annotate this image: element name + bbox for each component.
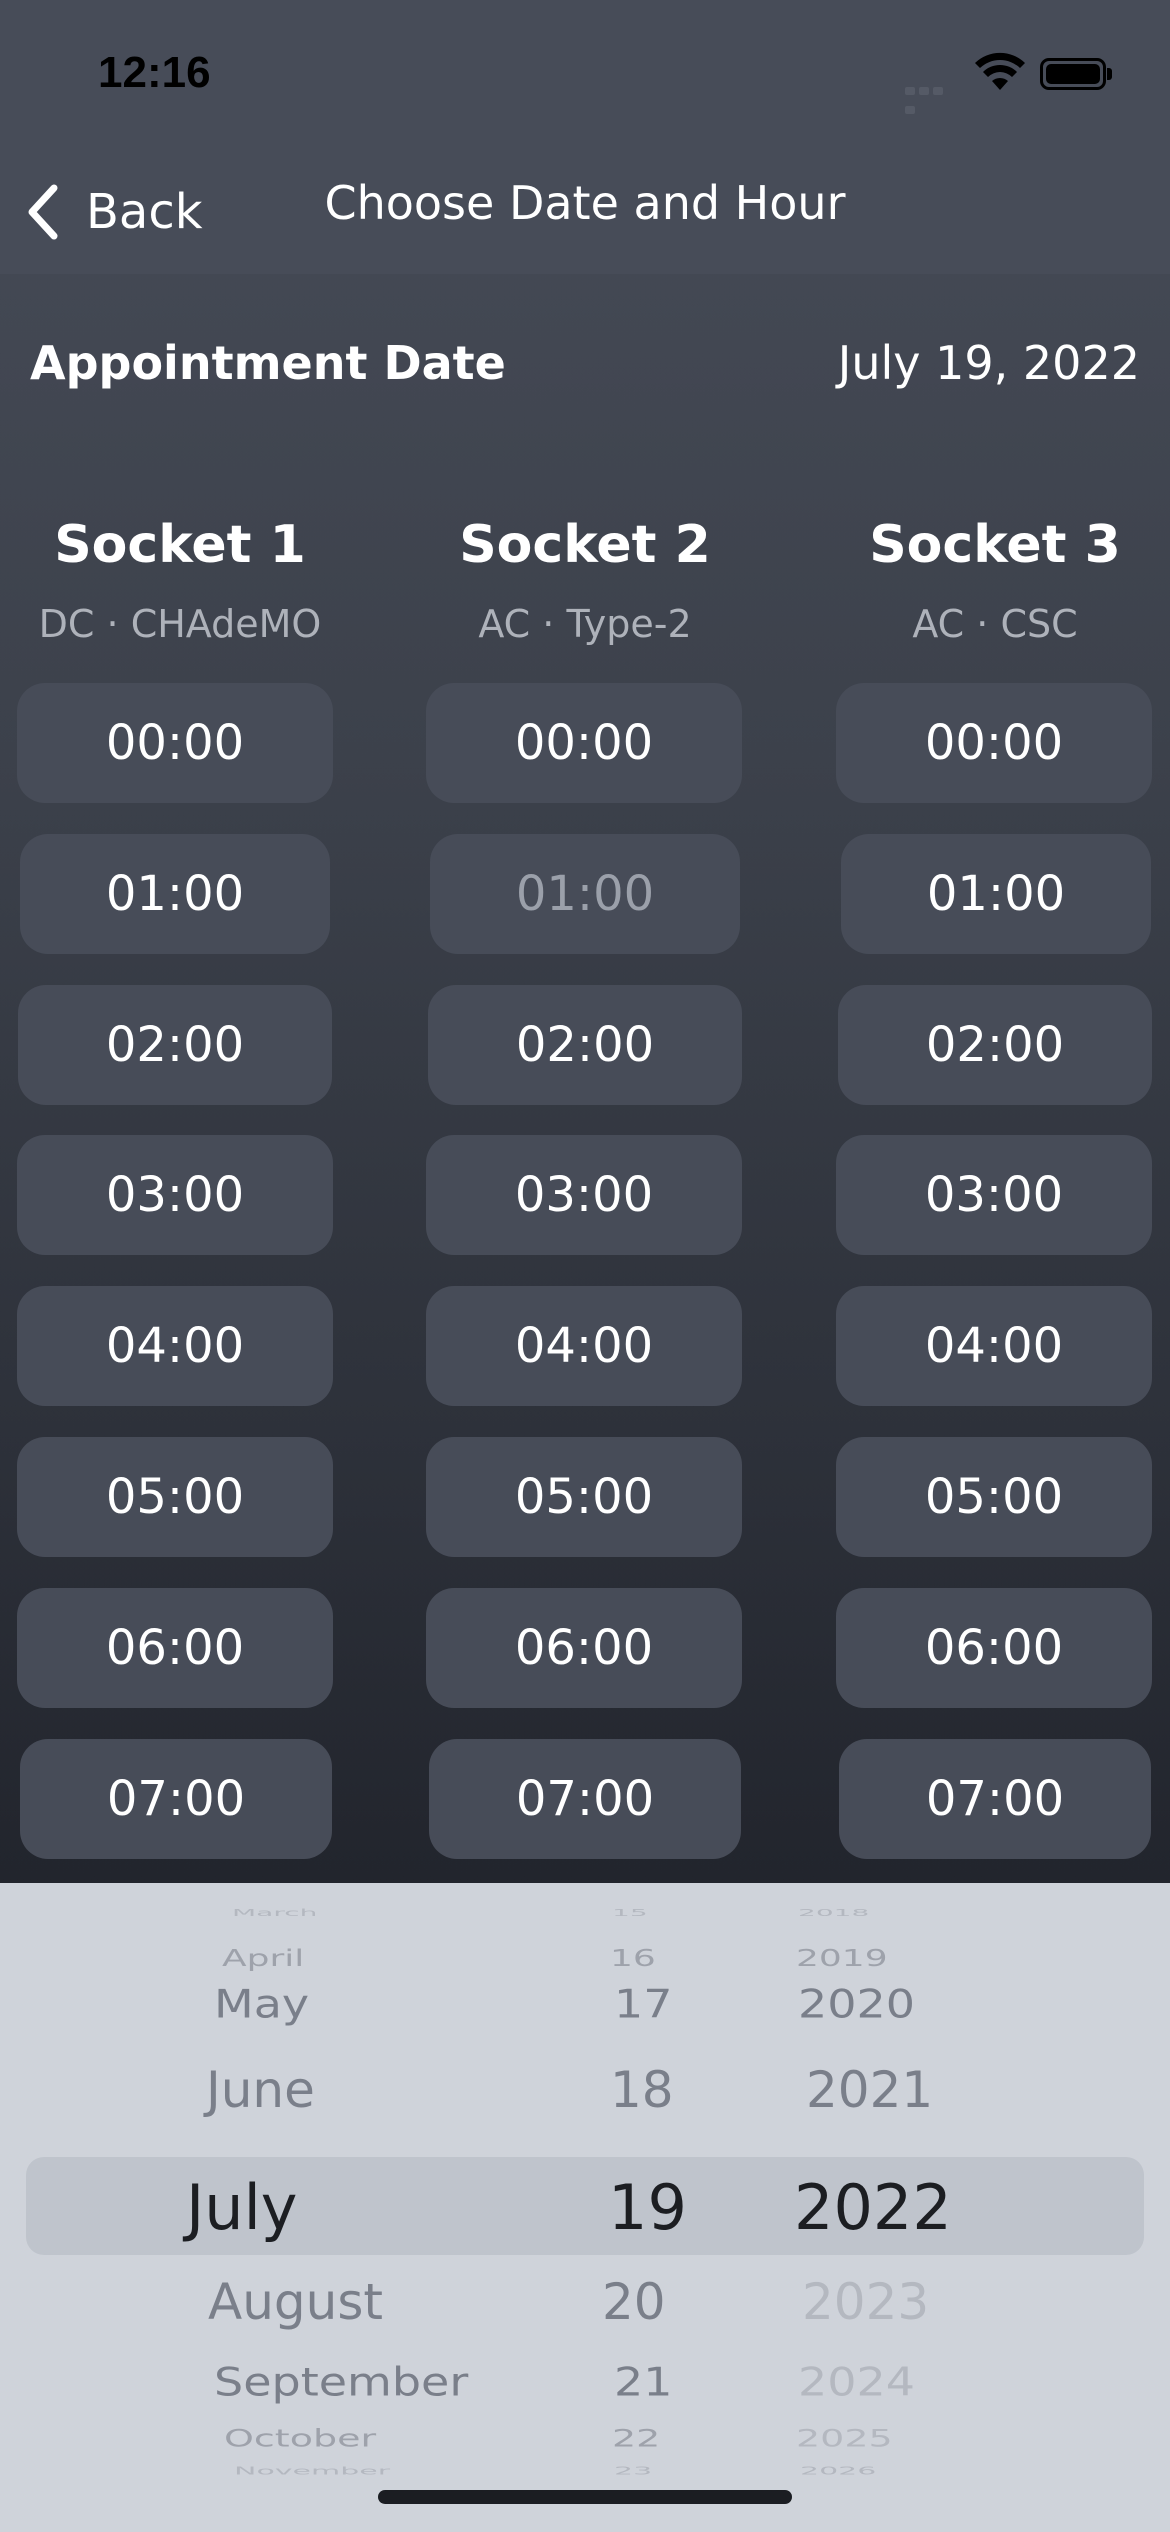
- day-option[interactable]: 21: [614, 2359, 673, 2405]
- day-option[interactable]: 15: [612, 1907, 648, 1919]
- status-bar: 12:16: [0, 0, 1170, 150]
- battery-icon: [1040, 58, 1112, 90]
- socket-2-slot[interactable]: 02:00: [428, 985, 742, 1105]
- socket-1-slot[interactable]: 04:00: [17, 1286, 333, 1406]
- socket-3-slot[interactable]: 07:00: [839, 1739, 1151, 1859]
- socket-1-slot[interactable]: 00:00: [17, 683, 333, 803]
- wifi-icon: [975, 52, 1025, 90]
- socket-1-slot[interactable]: 03:00: [17, 1135, 333, 1255]
- socket-3-header: Socket 3 AC · CSC: [815, 512, 1170, 648]
- appointment-date-value[interactable]: July 19, 2022: [838, 336, 1140, 390]
- status-time: 12:16: [98, 48, 211, 97]
- socket-1-slot[interactable]: 06:00: [17, 1588, 333, 1708]
- month-option[interactable]: March: [232, 1907, 317, 1919]
- day-option[interactable]: 16: [610, 1945, 656, 1972]
- month-option[interactable]: September: [214, 2359, 468, 2405]
- day-option-selected[interactable]: 19: [608, 2171, 687, 2244]
- day-option[interactable]: 17: [614, 1981, 673, 2027]
- month-wheel[interactable]: March April May June July August Septemb…: [0, 1883, 560, 2532]
- year-option[interactable]: 2020: [798, 1981, 915, 2027]
- socket-3-slot[interactable]: 03:00: [836, 1135, 1152, 1255]
- socket-1-slot[interactable]: 07:00: [20, 1739, 332, 1859]
- month-option[interactable]: October: [224, 2425, 376, 2452]
- month-option-selected[interactable]: July: [186, 2171, 298, 2244]
- socket-1-slot[interactable]: 01:00: [20, 834, 330, 954]
- cellular-signal-icon: [905, 80, 959, 114]
- socket-2-slot[interactable]: 05:00: [426, 1437, 742, 1557]
- socket-title: Socket 1: [54, 515, 306, 575]
- socket-2-slot[interactable]: 07:00: [429, 1739, 741, 1859]
- socket-connector-type: AC · CSC: [912, 602, 1078, 646]
- date-picker-wheel[interactable]: March April May June July August Septemb…: [0, 1883, 1170, 2532]
- socket-3-slot[interactable]: 06:00: [836, 1588, 1152, 1708]
- year-option-disabled: 2026: [800, 2465, 877, 2478]
- socket-1-slot[interactable]: 02:00: [18, 985, 332, 1105]
- year-option-disabled: 2023: [802, 2273, 930, 2331]
- home-indicator: [378, 2490, 792, 2504]
- socket-3-slot[interactable]: 01:00: [841, 834, 1151, 954]
- socket-title: Socket 3: [869, 515, 1121, 575]
- month-option[interactable]: November: [234, 2465, 390, 2477]
- month-option[interactable]: June: [206, 2061, 315, 2119]
- day-option[interactable]: 18: [610, 2061, 674, 2119]
- month-option[interactable]: August: [208, 2273, 383, 2331]
- year-option[interactable]: 2021: [806, 2061, 933, 2119]
- socket-1-slot[interactable]: 05:00: [17, 1437, 333, 1557]
- day-wheel[interactable]: 15 16 17 18 19 20 21 22 23: [560, 1883, 760, 2532]
- socket-3-slot[interactable]: 00:00: [836, 683, 1152, 803]
- appointment-date-label: Appointment Date: [30, 336, 506, 390]
- socket-2-slot[interactable]: 00:00: [426, 683, 742, 803]
- socket-connector-type: DC · CHAdeMO: [38, 602, 322, 646]
- socket-2-slot[interactable]: 04:00: [426, 1286, 742, 1406]
- year-option-disabled: 2024: [798, 2359, 916, 2405]
- socket-3-slot[interactable]: 04:00: [836, 1286, 1152, 1406]
- year-option[interactable]: 2019: [796, 1945, 888, 1972]
- year-option[interactable]: 2018: [798, 1907, 869, 1919]
- month-option[interactable]: May: [214, 1981, 309, 2027]
- navigation-bar: Back Choose Date and Hour: [0, 150, 1170, 274]
- socket-2-slot[interactable]: 06:00: [426, 1588, 742, 1708]
- day-option[interactable]: 23: [614, 2465, 652, 2477]
- year-option-selected[interactable]: 2022: [794, 2171, 952, 2244]
- page-title: Choose Date and Hour: [324, 176, 846, 230]
- socket-title: Socket 2: [459, 515, 711, 575]
- year-wheel[interactable]: 2018 2019 2020 2021 2022 2023 2024 2025 …: [760, 1883, 1060, 2532]
- year-option-disabled: 2025: [796, 2425, 893, 2453]
- socket-2-slot[interactable]: 03:00: [426, 1135, 742, 1255]
- day-option[interactable]: 20: [602, 2273, 666, 2331]
- month-option[interactable]: April: [222, 1945, 304, 1972]
- socket-2-header: Socket 2 AC · Type-2: [405, 512, 765, 648]
- day-option[interactable]: 22: [612, 2425, 660, 2452]
- socket-1-header: Socket 1 DC · CHAdeMO: [0, 512, 360, 648]
- socket-connector-type: AC · Type-2: [478, 602, 692, 646]
- socket-3-slot[interactable]: 02:00: [838, 985, 1152, 1105]
- socket-3-slot[interactable]: 05:00: [836, 1437, 1152, 1557]
- socket-2-slot-disabled: 01:00: [430, 834, 740, 954]
